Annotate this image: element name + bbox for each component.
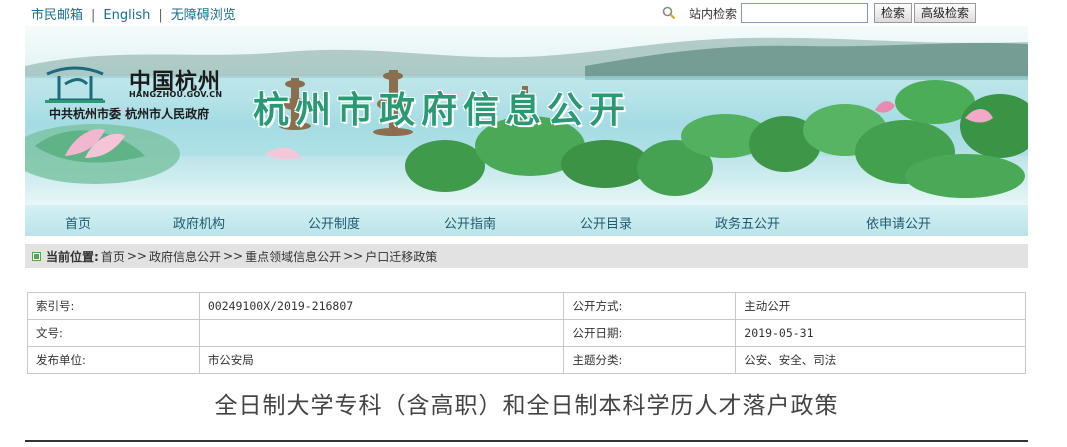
- disclosure-date-label: 公开日期:: [563, 319, 737, 347]
- disclosure-mode-value: 主动公开: [735, 292, 1026, 320]
- search-button[interactable]: 检索: [873, 3, 912, 23]
- search-icon: [662, 6, 676, 20]
- search-label: 站内检索: [688, 6, 737, 21]
- disclosure-date-value: 2019-05-31: [735, 319, 1026, 347]
- logo-domain: HANGZHOU.GOV.CN: [129, 90, 223, 99]
- breadcrumb: 当前位置: 首页 >> 政府信息公开 >> 重点领域信息公开 >> 户口迁移政策: [25, 244, 1028, 268]
- nav-request-disclosure[interactable]: 依申请公开: [866, 213, 931, 232]
- breadcrumb-current[interactable]: 户口迁移政策: [365, 248, 437, 265]
- top-bar: 市民邮箱 | English | 无障碍浏览 站内检索 检索 高级检索: [25, 0, 1028, 26]
- disclosure-mode-label: 公开方式:: [563, 292, 737, 320]
- document-title: 全日制大学专科（含高职）和全日制本科学历人才落户政策: [214, 393, 839, 419]
- table-row: 发布单位: 市公安局 主题分类: 公安、安全、司法: [27, 346, 1026, 374]
- document-info-table: 索引号: 00249100X/2019-216807 公开方式: 主动公开 文号…: [27, 292, 1026, 374]
- topic-value: 公安、安全、司法: [735, 346, 1026, 374]
- logo-subtitle: 中共杭州市委 杭州市人民政府: [49, 107, 210, 121]
- breadcrumb-gov-info[interactable]: 政府信息公开: [149, 248, 221, 265]
- publisher-label: 发布单位:: [27, 346, 200, 374]
- topic-label: 主题分类:: [563, 346, 737, 374]
- divider: |: [91, 8, 96, 23]
- breadcrumb-separator: >>: [343, 249, 364, 263]
- nav-gov-agencies[interactable]: 政府机构: [173, 213, 225, 232]
- english-link[interactable]: English: [103, 8, 150, 23]
- table-row: 索引号: 00249100X/2019-216807 公开方式: 主动公开: [27, 292, 1026, 320]
- publisher-value: 市公安局: [198, 346, 565, 374]
- search-input[interactable]: [740, 3, 868, 23]
- breadcrumb-home[interactable]: 首页: [101, 248, 125, 265]
- breadcrumb-label: 当前位置:: [46, 249, 99, 264]
- site-search: 站内检索 检索 高级检索: [661, 2, 976, 24]
- breadcrumb-separator: >>: [126, 249, 147, 263]
- index-label: 索引号:: [27, 292, 200, 320]
- bullet-icon: [32, 251, 41, 261]
- banner-title: 杭州市政府信息公开: [253, 89, 632, 131]
- top-links: 市民邮箱 | English | 无障碍浏览: [31, 4, 236, 23]
- nav-disclosure-guide[interactable]: 公开指南: [444, 213, 496, 232]
- doc-number-label: 文号:: [27, 319, 200, 347]
- divider: |: [158, 8, 163, 23]
- nav-home[interactable]: 首页: [65, 213, 91, 232]
- nav-disclosure-system[interactable]: 公开制度: [308, 213, 360, 232]
- divider: [25, 440, 1028, 442]
- mailbox-link[interactable]: 市民邮箱: [31, 4, 83, 23]
- breadcrumb-separator: >>: [222, 249, 244, 263]
- table-row: 文号: 公开日期: 2019-05-31: [27, 319, 1026, 347]
- accessibility-link[interactable]: 无障碍浏览: [171, 4, 236, 23]
- index-value: 00249100X/2019-216807: [198, 292, 565, 320]
- main-nav: 首页 政府机构 公开制度 公开指南 公开目录 政务五公开 依申请公开: [25, 204, 1028, 236]
- advanced-search-button[interactable]: 高级检索: [913, 3, 976, 23]
- doc-number-value: [198, 319, 565, 347]
- breadcrumb-key-areas[interactable]: 重点领域信息公开: [245, 248, 341, 265]
- header-banner: 中国杭州 HANGZHOU.GOV.CN 中共杭州市委 杭州市人民政府 杭州市政…: [25, 26, 1028, 204]
- nav-five-disclosures[interactable]: 政务五公开: [715, 213, 780, 232]
- nav-disclosure-catalog[interactable]: 公开目录: [580, 213, 632, 232]
